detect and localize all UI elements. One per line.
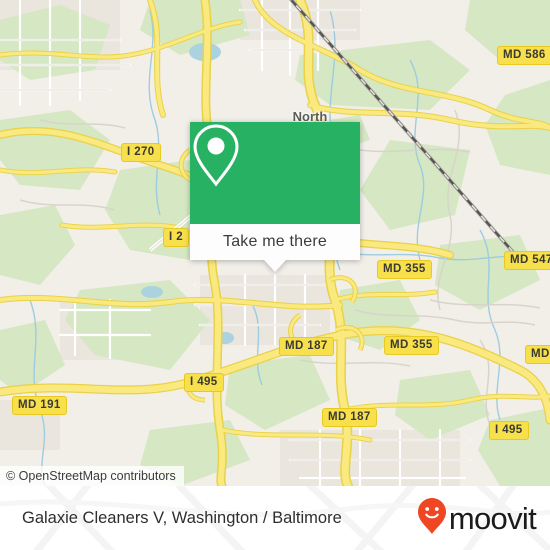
map-canvas[interactable]: North Bethesda MD 586 I 270 I 2 MD 355 M… (0, 0, 550, 486)
moovit-map-screenshot: North Bethesda MD 586 I 270 I 2 MD 355 M… (0, 0, 550, 550)
road-shield: MD 586 (497, 46, 550, 65)
road-shield: I 495 (184, 373, 224, 392)
moovit-smiley-pin-icon (417, 497, 447, 540)
road-shield: I 2 (163, 228, 189, 247)
road-shield: I 495 (489, 421, 529, 440)
osm-attribution-label: © OpenStreetMap contributors (6, 469, 176, 483)
road-shield: I 270 (121, 143, 161, 162)
footer-bar: Galaxie Cleaners V, Washington / Baltimo… (0, 486, 550, 550)
road-shield: MD 187 (322, 408, 377, 427)
footer-title-label: Galaxie Cleaners V, Washington / Baltimo… (22, 508, 342, 527)
take-me-there-label: Take me there (223, 233, 327, 250)
road-shield: MD 187 (279, 337, 334, 356)
take-me-there-button[interactable]: Take me there (190, 224, 360, 260)
road-shield: MD (525, 345, 550, 364)
osm-attribution[interactable]: © OpenStreetMap contributors (0, 466, 184, 486)
callout-tail (264, 260, 286, 272)
road-shield: MD 547 (504, 251, 550, 270)
moovit-logo[interactable]: moovit (417, 486, 537, 550)
road-shield: MD 355 (384, 336, 439, 355)
location-callout-card[interactable]: Take me there (190, 122, 360, 272)
road-shield: MD 191 (12, 396, 67, 415)
callout-pin-panel (190, 122, 360, 224)
moovit-wordmark: moovit (448, 500, 537, 536)
road-shield: MD 355 (377, 260, 432, 279)
page-title: Galaxie Cleaners V, Washington / Baltimo… (22, 486, 342, 550)
